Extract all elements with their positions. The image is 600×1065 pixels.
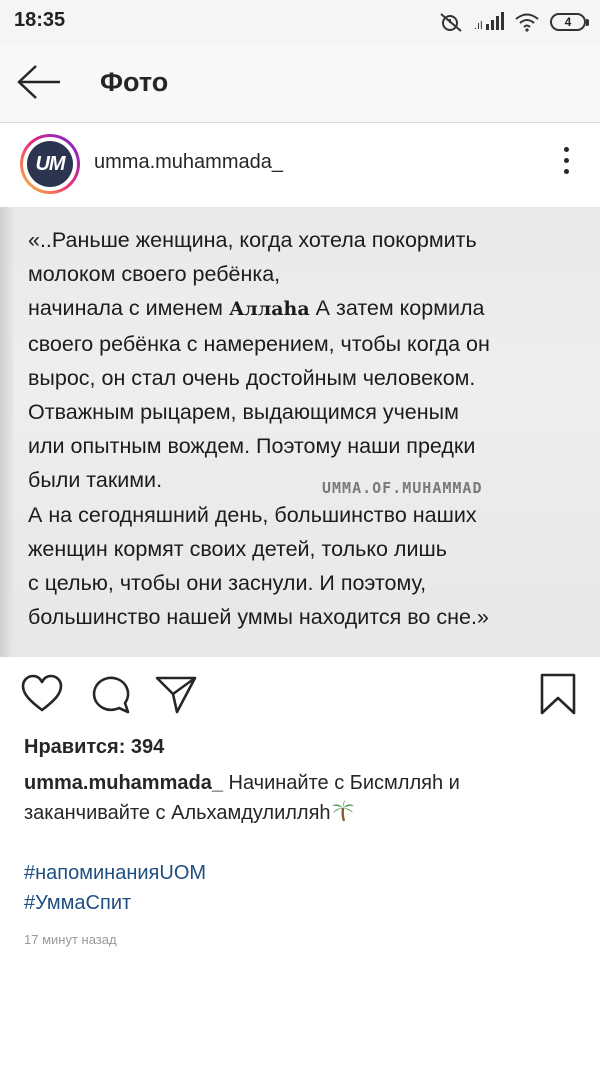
likes-count[interactable]: Нравится: 394 [24,736,164,759]
quote-line: женщин кормят своих детей, только лишь [28,536,447,561]
post-image[interactable]: «..Раньше женщина, когда хотела покормит… [0,207,600,657]
heart-icon [21,674,63,712]
quote-line: вырос, он стал очень достойным человеком… [28,365,476,390]
battery-level: 4 [564,15,572,29]
page-title: Фото [100,67,169,97]
hashtag-link[interactable]: #напоминанияUOM [24,858,206,888]
post-header: UM umma.muhammada_ [0,123,600,207]
quote-bold-word: Аллаhа [228,298,310,321]
arrow-left-icon [17,65,60,99]
more-options-button[interactable] [558,147,574,181]
caption-username[interactable]: umma.muhammada_ [24,772,223,794]
app-header: Фото [0,44,600,123]
avatar[interactable]: UM [20,134,80,194]
wifi-icon [515,13,539,32]
quote-line: большинство нашей уммы находится во сне.… [28,605,489,630]
more-vertical-icon [558,147,574,174]
comment-button[interactable] [88,672,132,716]
status-icons: .ıl 4 [438,8,589,36]
quote-line: начинала с именем Аллаhа А затем кормила [28,296,485,321]
palm-tree-icon [331,800,354,822]
comment-icon [92,676,130,714]
quote-line: или опытным вождем. Поэтому наши предки [28,434,476,459]
status-time: 18:35 [14,9,66,31]
quote-line: с целью, чтобы они заснули. И поэтому, [28,571,427,596]
post-username[interactable]: umma.muhammada_ [94,151,283,174]
send-icon [155,676,197,714]
alarm-off-icon [440,13,462,32]
hashtags: #напоминанияUOM #УммаСпит [24,858,206,918]
back-button[interactable] [16,62,62,102]
post-image-text: «..Раньше женщина, когда хотела покормит… [28,223,584,634]
post-actions [0,660,600,726]
quote-line: своего ребёнка с намерением, чтобы когда… [28,331,490,356]
status-bar: 18:35 .ıl 4 [0,0,600,44]
quote-line: были такими. [28,468,163,493]
signal-icon: .ıl [474,12,504,32]
hashtag-link[interactable]: #УммаСпит [24,888,206,918]
image-watermark: UMMA.OF.MUHAMMAD [322,479,483,497]
share-button[interactable] [154,672,198,716]
save-button[interactable] [536,672,580,716]
avatar-monogram: UM [27,141,73,187]
svg-text:.ıl: .ıl [474,20,483,32]
quote-line: А на сегодняшний день, большинство наших [28,502,477,527]
quote-line: молоком своего ребёнка, [28,262,281,287]
like-button[interactable] [20,672,64,716]
post-timestamp: 17 минут назад [24,932,117,947]
bookmark-icon [540,673,576,715]
quote-line: «..Раньше женщина, когда хотела покормит… [28,228,477,252]
post-caption: umma.muhammada_ Начинайте с Бисмлляh и з… [24,768,580,828]
battery-icon: 4 [550,13,589,31]
quote-line: Отважным рыцарем, выдающимся ученым [28,400,459,425]
